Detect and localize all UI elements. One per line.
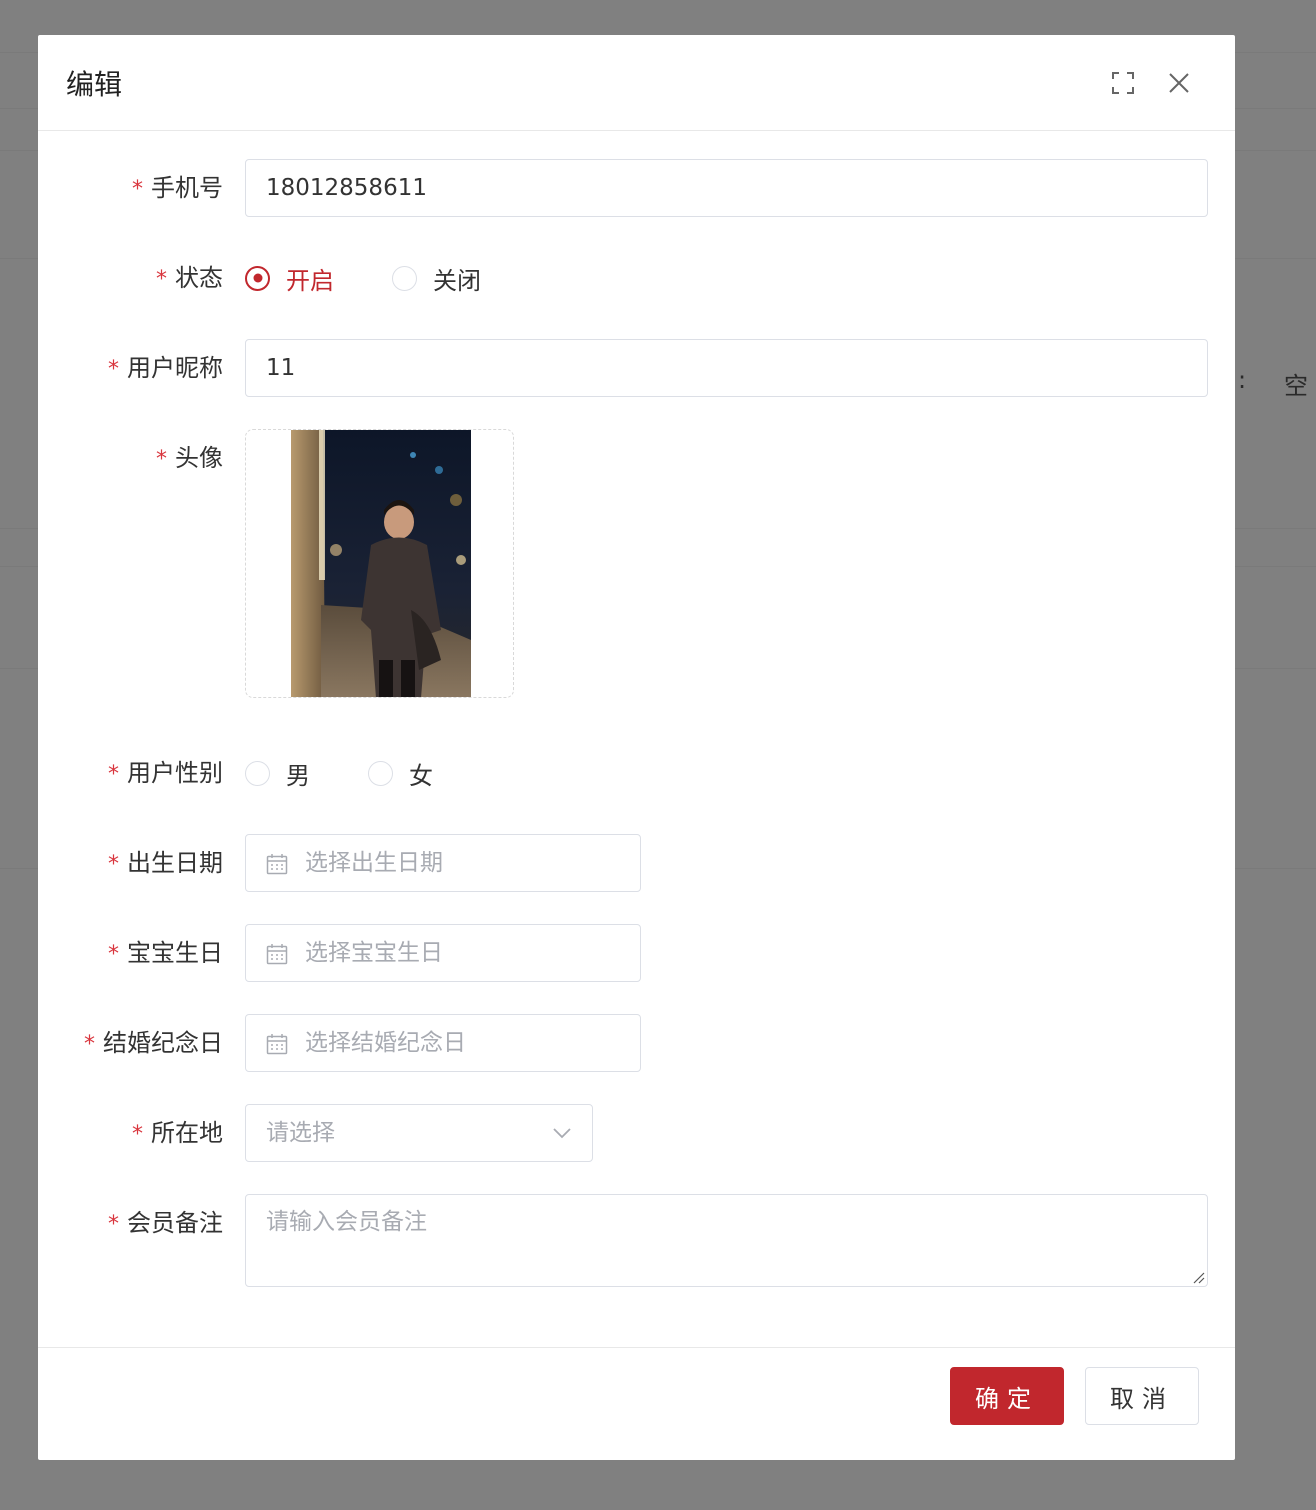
birthday-label: * 出生日期 [108, 849, 223, 877]
chevron-down-icon [553, 1128, 571, 1139]
calendar-icon [266, 944, 288, 965]
avatar-uploader[interactable] [245, 429, 514, 698]
nickname-input[interactable]: 11 [245, 339, 1208, 397]
calendar-icon [266, 1034, 288, 1055]
confirm-button[interactable]: 确定 [950, 1367, 1064, 1425]
anniversary-date-picker[interactable]: 选择结婚纪念日 [245, 1014, 641, 1072]
radio-unchecked-icon [368, 760, 393, 786]
baby-birthday-label: * 宝宝生日 [108, 939, 223, 967]
radio-unchecked-icon [392, 265, 417, 291]
gender-label: * 用户性别 [108, 759, 223, 787]
status-radio-off[interactable]: 关闭 [392, 261, 481, 296]
calendar-icon [266, 854, 288, 875]
status-radio-on[interactable]: 开启 [245, 261, 334, 296]
background-text-colon: : [1238, 366, 1247, 394]
close-icon[interactable] [1151, 55, 1207, 111]
background-text-char: 空 [1284, 372, 1308, 400]
gender-radio-male[interactable]: 男 [245, 756, 310, 791]
radio-unchecked-icon [245, 760, 270, 786]
dialog-header: 编辑 [38, 35, 1235, 131]
gender-radio-group: 男 女 [245, 744, 491, 802]
gender-radio-female[interactable]: 女 [368, 756, 433, 791]
birthday-date-picker[interactable]: 选择出生日期 [245, 834, 641, 892]
avatar-label: * 头像 [156, 444, 223, 472]
phone-input[interactable]: 18012858611 [245, 159, 1208, 217]
anniversary-label: * 结婚纪念日 [84, 1029, 223, 1057]
phone-label: * 手机号 [132, 174, 223, 202]
required-mark: * [132, 177, 143, 202]
dialog-footer: 确定 取消 [38, 1347, 1235, 1460]
dialog-title: 编辑 [66, 67, 123, 101]
location-select[interactable]: 请选择 [245, 1104, 593, 1162]
nickname-label: * 用户昵称 [108, 354, 223, 382]
dialog-body: * 手机号 18012858611 * 状态 开启 关闭 * 用户昵称 11 *… [38, 131, 1235, 1347]
cancel-button[interactable]: 取消 [1085, 1367, 1199, 1425]
status-radio-group: 开启 关闭 [245, 249, 539, 307]
remark-textarea[interactable]: 请输入会员备注 [245, 1194, 1208, 1287]
baby-birthday-date-picker[interactable]: 选择宝宝生日 [245, 924, 641, 982]
status-label: * 状态 [156, 264, 223, 292]
fullscreen-icon[interactable] [1095, 55, 1151, 111]
avatar-image [291, 430, 471, 697]
remark-label: * 会员备注 [108, 1209, 223, 1237]
location-label: * 所在地 [132, 1119, 223, 1147]
resize-handle-icon[interactable] [1191, 1270, 1205, 1284]
edit-dialog: 编辑 * 手机号 18012858611 * 状态 开启 关闭 * 用户昵称 1… [38, 35, 1235, 1460]
radio-checked-icon [245, 265, 270, 291]
